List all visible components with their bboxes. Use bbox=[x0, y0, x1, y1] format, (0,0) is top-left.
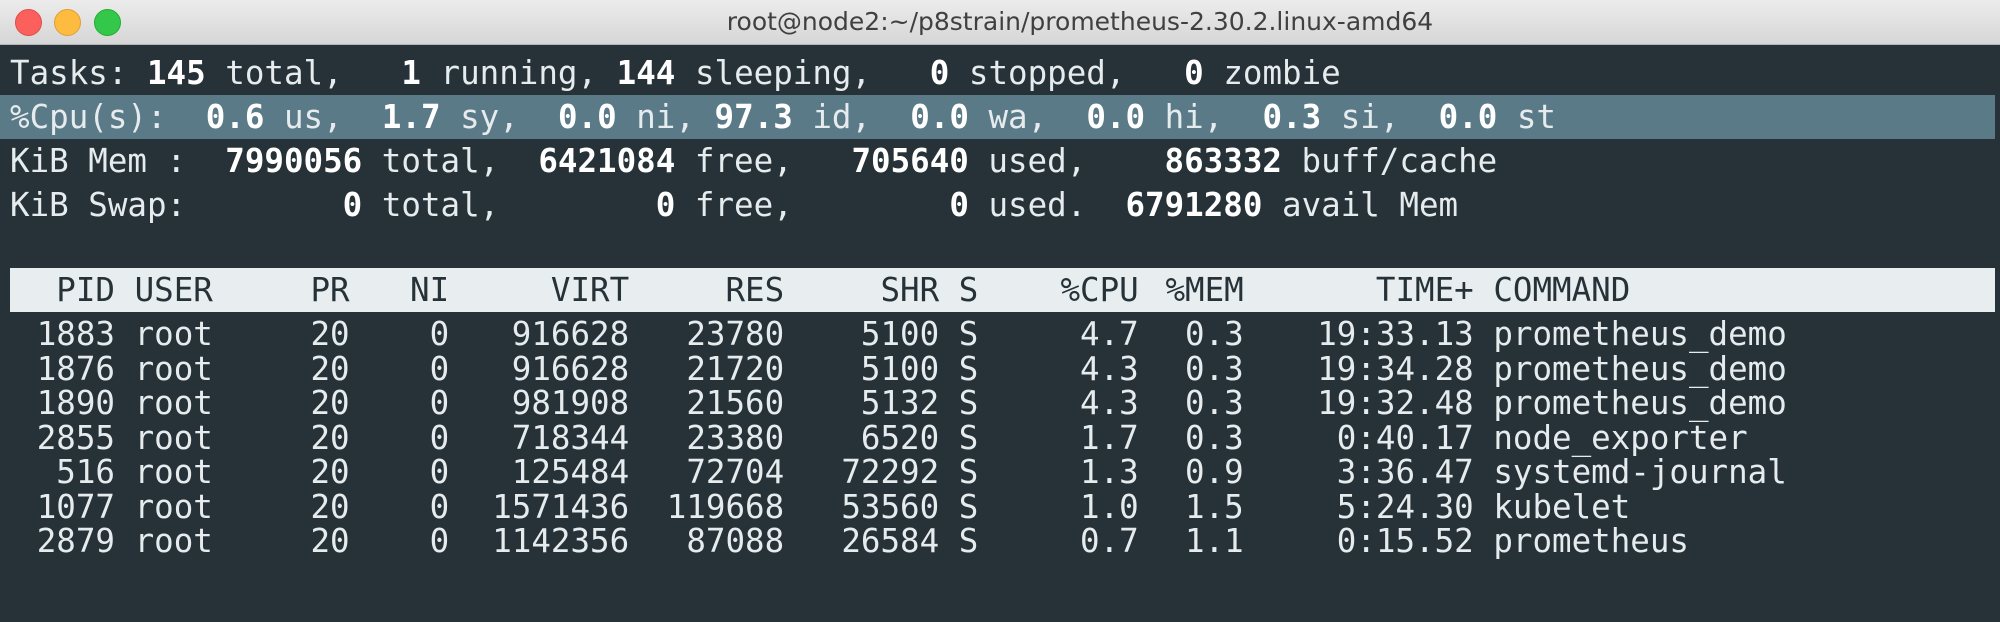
process-ni: 0 bbox=[429, 522, 450, 560]
tasks-sleeping-label: sleeping, bbox=[694, 54, 872, 92]
tasks-total-label: total, bbox=[225, 54, 343, 92]
cpu-us-label: us, bbox=[283, 98, 343, 136]
header-user[interactable]: USER bbox=[135, 268, 310, 312]
process-row-2879[interactable]: 2879 root 20 0 1142356 87088 26584 S 0.7 1.1 0:… bbox=[10, 519, 1689, 563]
header-s[interactable]: S bbox=[959, 268, 984, 312]
process-cpu: 0.7 bbox=[1080, 522, 1139, 560]
cpu-summary-line: %Cpu(s): 0.6 us, 1.7 sy, 0.0 ni, 97.3 id… bbox=[0, 95, 1995, 139]
swap-used-label: used. bbox=[988, 186, 1087, 224]
process-pr: 20 bbox=[310, 522, 350, 560]
terminal-output[interactable]: Tasks: 145 total, 1 running, 144 sleepin… bbox=[0, 45, 2000, 622]
tasks-label: Tasks: bbox=[10, 54, 128, 92]
swap-summary-line: KiB Swap: 0 total, 0 free, 0 used. 67912… bbox=[10, 183, 1458, 227]
swap-total-label: total, bbox=[381, 186, 500, 224]
cpu-hi-label: hi, bbox=[1164, 98, 1224, 136]
process-mem: 1.1 bbox=[1185, 522, 1244, 560]
process-res: 87088 bbox=[686, 522, 785, 560]
process-virt: 1142356 bbox=[492, 522, 630, 560]
cpu-st-label: st bbox=[1516, 98, 1556, 136]
cpu-si-label: si, bbox=[1340, 98, 1400, 136]
cpu-us-value: 0.6 bbox=[205, 98, 265, 136]
cpu-id-value: 97.3 bbox=[714, 98, 793, 136]
mem-free-label: free, bbox=[694, 142, 793, 180]
swap-free-value: 0 bbox=[655, 186, 676, 224]
mem-label: KiB Mem : bbox=[10, 142, 187, 180]
window-title: root@node2:~/p8strain/prometheus-2.30.2.… bbox=[726, 7, 1434, 36]
swap-total-value: 0 bbox=[342, 186, 363, 224]
process-table-header: PID USER PR NI VIRT RES SHR S %CPU %MEM TIME+ C… bbox=[10, 268, 1995, 312]
header-mem[interactable]: %MEM bbox=[1139, 268, 1243, 312]
tasks-stopped-value: 0 bbox=[929, 54, 950, 92]
header-res[interactable]: RES bbox=[629, 268, 784, 312]
header-command[interactable]: COMMAND bbox=[1493, 268, 1630, 312]
title-bar[interactable]: root@node2:~/p8strain/prometheus-2.30.2.… bbox=[0, 0, 2000, 45]
mem-free-value: 6421084 bbox=[538, 142, 676, 180]
cpu-ni-value: 0.0 bbox=[557, 98, 617, 136]
tasks-summary-line: Tasks: 145 total, 1 running, 144 sleepin… bbox=[10, 51, 1341, 95]
swap-avail-value: 6791280 bbox=[1125, 186, 1263, 224]
process-shr: 26584 bbox=[841, 522, 940, 560]
header-time[interactable]: TIME+ bbox=[1244, 268, 1474, 312]
tasks-zombie-label: zombie bbox=[1223, 54, 1341, 92]
process-user: root bbox=[134, 522, 213, 560]
cpu-sy-value: 1.7 bbox=[381, 98, 441, 136]
header-shr[interactable]: SHR bbox=[784, 268, 939, 312]
process-state: S bbox=[958, 522, 979, 560]
mem-summary-line: KiB Mem : 7990056 total, 6421084 free, 7… bbox=[10, 139, 1497, 183]
mem-used-value: 705640 bbox=[851, 142, 969, 180]
cpu-st-value: 0.0 bbox=[1438, 98, 1498, 136]
mem-buff-value: 863332 bbox=[1164, 142, 1282, 180]
cpu-wa-value: 0.0 bbox=[910, 98, 969, 136]
header-virt[interactable]: VIRT bbox=[449, 268, 629, 312]
cpu-si-value: 0.3 bbox=[1262, 98, 1322, 136]
swap-used-value: 0 bbox=[949, 186, 969, 224]
cpu-label: %Cpu(s): bbox=[10, 98, 167, 136]
tasks-running-label: running, bbox=[440, 54, 598, 92]
cpu-id-label: id, bbox=[812, 98, 872, 136]
header-pid[interactable]: PID bbox=[10, 268, 115, 312]
process-time: 0:15.52 bbox=[1336, 522, 1474, 560]
process-pid: 2879 bbox=[36, 522, 115, 560]
tasks-zombie-value: 0 bbox=[1184, 54, 1204, 92]
header-pr[interactable]: PR bbox=[310, 268, 349, 312]
cpu-wa-label: wa, bbox=[988, 98, 1048, 136]
cpu-ni-label: ni, bbox=[636, 98, 695, 136]
tasks-sleeping-value: 144 bbox=[616, 54, 676, 92]
header-cpu[interactable]: %CPU bbox=[984, 268, 1138, 312]
swap-free-label: free, bbox=[694, 186, 793, 224]
cpu-hi-value: 0.0 bbox=[1086, 98, 1146, 136]
mem-buff-label: buff/cache bbox=[1301, 142, 1498, 180]
tasks-running-value: 1 bbox=[401, 54, 421, 92]
mem-total-label: total, bbox=[381, 142, 500, 180]
process-command: prometheus bbox=[1493, 522, 1689, 560]
tasks-stopped-label: stopped, bbox=[968, 54, 1126, 92]
swap-avail-label: avail Mem bbox=[1282, 186, 1459, 224]
header-ni[interactable]: NI bbox=[369, 268, 449, 312]
mem-total-value: 7990056 bbox=[225, 142, 363, 180]
terminal-window: root@node2:~/p8strain/prometheus-2.30.2.… bbox=[0, 0, 2000, 622]
swap-label: KiB Swap: bbox=[10, 186, 187, 224]
mem-used-label: used, bbox=[988, 142, 1087, 180]
cpu-sy-label: sy, bbox=[460, 98, 519, 136]
tasks-total-value: 145 bbox=[146, 54, 206, 92]
